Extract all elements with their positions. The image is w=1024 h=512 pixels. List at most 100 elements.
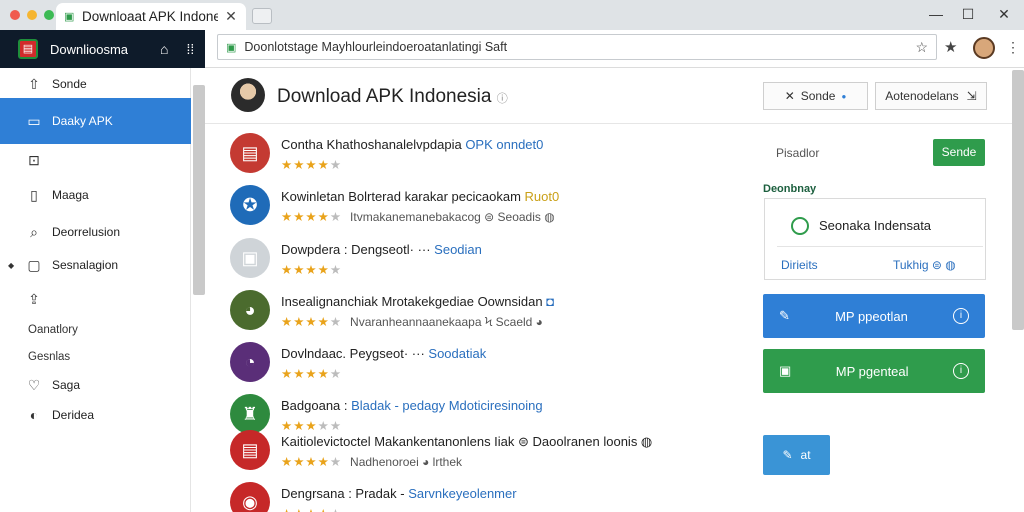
sonde-button[interactable]: ✕ Sonde ● [763,82,868,110]
aotenodelans-button[interactable]: Aotenodelans ⇲ [875,82,987,110]
minimize-button[interactable]: — [926,5,946,23]
info-card: Seonaka Indensata Dirieits Tukhig ⊜ ◍ [764,198,986,280]
search-button[interactable]: Sende [933,139,985,166]
app-icon[interactable]: ▤ [230,430,270,470]
app-name[interactable]: Kaitiolevictoctel Makankentanonlens Iiak… [281,434,652,450]
new-tab-button[interactable] [252,8,272,24]
app-icon[interactable]: ◉ [230,482,270,512]
info-circle-icon: i [953,363,969,379]
list-item[interactable]: ◉ Dengrsana : Pradak - Sarvnkeyeolenmer ★★… [205,482,750,512]
card-title: Seonaka Indensata [819,218,932,233]
app-rating-row: ★★★★★ [281,366,342,381]
address-url[interactable]: Doonlotstage Mayhlourleindoeroatanlating… [244,40,915,54]
minimize-traffic-light[interactable] [27,10,37,20]
list-item[interactable]: ◔ Dovlndaac. Peygseot· ··· Soodatiak ★★★★★ [205,342,750,392]
card-link-left[interactable]: Dirieits [781,258,818,272]
app-name[interactable]: Dowpdera : Dengseotl· ··· Seodian [281,242,482,257]
sidebar-item-deorrelusion[interactable]: ⌕ Deorrelusion [0,218,191,246]
sidebar-item-sesnalagion[interactable]: ▢ Sesnalagion [0,251,191,279]
sidebar-item-sonde[interactable]: ⇧ Sonde [0,70,191,98]
app-name-text: Kowinletan Bolrterad karakar pecicaokam [281,189,525,204]
sidebar-item-saga[interactable]: ♡ Saga [0,371,191,399]
app-name-highlight: ◘ [546,294,555,309]
tab-close-icon[interactable]: ✕ [224,8,238,25]
card-link-right[interactable]: Tukhig ⊜ ◍ [893,258,956,272]
sidebar-item-daaky-apk[interactable]: ▭ Daaky APK [0,98,191,144]
search-label: Pisadlor [776,146,820,160]
square-icon: ▢ [27,256,41,273]
app-name[interactable]: Kowinletan Bolrterad karakar pecicaokam … [281,189,559,204]
app-icon[interactable]: ◕ [230,290,270,330]
app-name-text: Badgoana : [281,398,352,413]
document-icon: ▭ [27,112,41,129]
profile-avatar[interactable] [973,37,995,59]
small-action-button[interactable]: ✎ at [763,435,830,475]
page-header: Download APK Indonesia ⓘ ✕ Sonde ● Aoten… [205,68,1012,124]
app-subtitle: Nvaranheannaanekaapa Ϟ Scaeld ◕ [350,315,543,329]
app-name-highlight: Ruot0 [524,189,560,204]
grid-icon[interactable]: ⁞⁞ [186,41,194,57]
star-rating: ★★★★★ [281,367,343,381]
address-bar[interactable]: ▣ Doonlotstage Mayhlourleindoeroatanlati… [217,34,937,60]
star-rating: ★★★★★ [281,315,343,329]
list-item[interactable]: ▤ Kaitiolevictoctel Makankentanonlens Iia… [205,430,750,480]
sidebar: ▤ Downlioosma ⌂ ⁞⁞ ⇧ Sonde ▭ Daaky APK ⊡… [0,30,205,512]
sidebar-item-label: Saga [52,378,81,392]
search-icon: ⌕ [30,223,38,240]
sidebar-item-label: Sonde [52,77,87,91]
star-rating: ★★★★★ [281,158,343,172]
app-icon[interactable]: ✪ [230,185,270,225]
sidebar-item-label: Deorrelusion [52,225,121,239]
title-bar: ▣ Downloaat APK Indoneso ✕ — ☐ ✕ [0,0,1024,30]
pencil-icon: ✎ [779,308,790,323]
sidebar-title: Downlioosma [50,41,129,57]
blue-action-button[interactable]: ✎ MP ppeotlan i [763,294,985,338]
app-icon[interactable]: ▤ [230,133,270,173]
pencil-icon: ✎ [782,448,793,462]
sidebar-item-label: Deridea [52,408,95,422]
publisher-avatar [231,78,265,112]
sidebar-item-label: Sesnalagion [52,258,119,272]
close-window-button[interactable]: ✕ [994,5,1014,23]
close-traffic-light[interactable] [10,10,20,20]
card-header[interactable]: Seonaka Indensata [777,205,983,247]
list-item[interactable]: ◕ Insealignanchiak Mrotakekgediae Oownsid… [205,290,750,340]
menu-kebab-icon[interactable]: ⋮ [1006,39,1020,56]
sidebar-item-share[interactable]: ⇪ [0,285,191,313]
browser-tab[interactable]: ▣ Downloaat APK Indoneso ✕ [56,3,246,30]
app-name[interactable]: Dovlndaac. Peygseot· ··· Soodatiak [281,346,486,361]
info-circle-icon: i [953,308,969,324]
sidebar-text-oanatlory[interactable]: Oanatlory [28,324,78,336]
sidebar-item-label: Maaga [52,188,89,202]
app-name[interactable]: Dengrsana : Pradak - Sarvnkeyeolenmer [281,486,517,501]
app-icon[interactable]: ♜ [230,394,270,434]
bookmark-star-icon[interactable]: ☆ [915,39,928,56]
star-rating: ★★★★★ [281,210,343,224]
app-name[interactable]: Badgoana : Bladak - pedagy Mdoticiresino… [281,398,543,413]
sidebar-item-deridea[interactable]: ◐ Deridea [0,401,191,429]
maximize-button[interactable]: ☐ [958,5,978,23]
small-button-label: at [800,448,811,462]
app-icon[interactable]: ◔ [230,342,270,382]
app-name[interactable]: Contha Khathoshanalelvpdapia OPK onndet0 [281,137,543,152]
sidebar-text-gesnlas[interactable]: Gesnlas [28,351,70,363]
list-item[interactable]: ✪ Kowinletan Bolrterad karakar pecicaokam… [205,185,750,235]
list-item[interactable]: ▤ Contha Khathoshanalelvpdapia OPK onndet… [205,133,750,183]
sidebar-item-maaga[interactable]: ▯ Maaga [0,181,191,209]
sidebar-scrollbar[interactable] [193,85,205,295]
app-name[interactable]: Insealignanchiak Mrotakekgediae Oownsida… [281,294,554,309]
app-icon[interactable]: ▣ [230,238,270,278]
list-item[interactable]: ▣ Dowpdera : Dengseotl· ··· Seodian ★★★★★ [205,238,750,288]
app-name-text: Insealignanchiak Mrotakekgediae Oownsida… [281,294,547,309]
sidebar-item-label: Daaky APK [52,114,113,128]
app-subtitle: Itvmakanemanebakacog ⊜ Seoadis ◍ [350,210,555,224]
home-icon[interactable]: ⌂ [160,41,168,57]
sidebar-item-download[interactable]: ⊡ [0,146,191,174]
app-logo-icon[interactable]: ▤ [18,39,38,59]
favorites-star-icon[interactable]: ★ [944,38,957,56]
zoom-traffic-light[interactable] [44,10,54,20]
green-action-button[interactable]: ▣ MP pgenteal i [763,349,985,393]
app-rating-row: ★★★★★ Nvaranheannaanekaapa Ϟ Scaeld ◕ [281,314,543,329]
page-scrollbar[interactable] [1012,70,1024,330]
app-name-highlight: Soodatiak [428,346,487,361]
